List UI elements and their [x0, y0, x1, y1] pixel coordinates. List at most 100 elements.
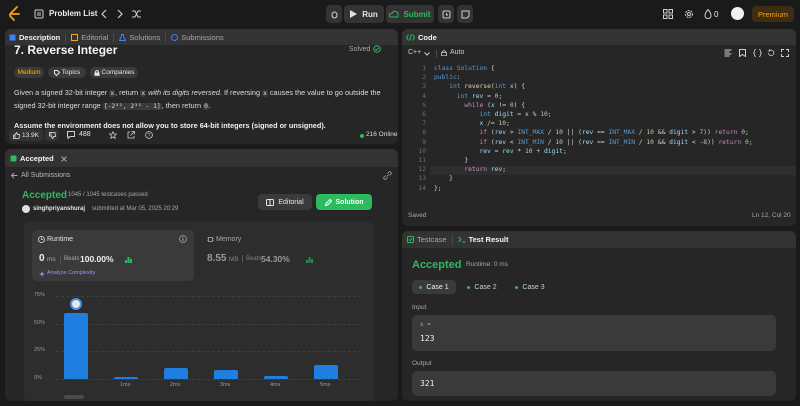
back-arrow-icon[interactable] — [10, 172, 18, 179]
tab-submissions[interactable]: Submissions — [166, 29, 229, 45]
share-icon[interactable] — [127, 131, 135, 139]
tab-test-result[interactable]: Test Result — [453, 231, 514, 248]
y-tick-label: 50% — [34, 319, 46, 326]
code-line[interactable]: 7 x /= 10; — [402, 120, 796, 129]
chart-bar[interactable] — [114, 376, 138, 379]
auto-save-toggle[interactable]: Auto — [441, 49, 464, 56]
close-icon[interactable] — [60, 155, 67, 162]
code-line[interactable]: 9 if (rev < INT_MIN / 10 || (rev == INT_… — [402, 139, 796, 148]
memory-card[interactable]: Memory 8.55 MB Beats 54.30% — [200, 230, 368, 281]
code-text: } — [434, 157, 469, 164]
submitter-username[interactable]: singhpriyanshuraj — [33, 206, 85, 212]
case-3-tab[interactable]: Case 3 — [508, 280, 552, 294]
streak-fire-icon[interactable] — [704, 8, 712, 20]
problem-list-link[interactable]: Problem List — [49, 9, 97, 18]
chip-icon — [207, 236, 214, 243]
tab-testcase[interactable]: Testcase — [402, 231, 452, 248]
tab-solutions[interactable]: Solutions — [114, 29, 165, 45]
code-line[interactable]: 2 public: — [402, 74, 796, 83]
chart-scrollbar[interactable] — [64, 395, 84, 399]
settings-gear-icon[interactable] — [684, 9, 694, 19]
chart-bar[interactable] — [214, 370, 238, 379]
format-icon[interactable] — [724, 49, 732, 57]
code-line[interactable]: 14}; — [402, 185, 796, 194]
cursor-position: Ln 12, Col 20 — [752, 212, 791, 219]
code-text: }; — [434, 184, 442, 192]
help-icon[interactable]: ? — [145, 131, 153, 139]
topics-chip[interactable]: Topics — [48, 67, 86, 78]
statement-text: signed 32-bit integer range — [14, 101, 101, 110]
grid-line — [56, 351, 361, 353]
cloud-upload-icon — [389, 10, 400, 18]
debug-button[interactable] — [326, 5, 342, 23]
code-line[interactable]: 8 if (rev > INT_MAX / 10 || (rev == INT_… — [402, 129, 796, 138]
leaderboard-icon — [125, 256, 132, 263]
comment-icon[interactable] — [67, 131, 75, 140]
layout-grid-icon[interactable] — [663, 9, 673, 19]
avatar[interactable] — [731, 7, 744, 20]
thumbs-down-icon — [48, 131, 56, 139]
case-pass-dot-icon — [467, 285, 471, 289]
next-problem-icon[interactable] — [116, 9, 124, 19]
x-tick-label: 3ms — [220, 382, 231, 388]
code-text: int digit = x % 10; — [479, 111, 552, 118]
chart-bar[interactable] — [264, 375, 288, 379]
like-button[interactable]: 13.9K — [9, 129, 43, 141]
lock-icon — [441, 49, 447, 56]
memory-value: 8.55 — [207, 253, 227, 264]
info-icon[interactable] — [179, 235, 187, 243]
prev-problem-icon[interactable] — [100, 9, 108, 19]
tab-code[interactable]: Code — [402, 29, 442, 45]
reset-icon[interactable] — [767, 49, 775, 57]
timer-button[interactable] — [438, 5, 454, 23]
link-icon[interactable] — [383, 171, 392, 180]
code-line[interactable]: 5 while (x != 0) { — [402, 102, 796, 111]
line-number: 3 — [422, 83, 426, 91]
code-line[interactable]: 4 int rev = 0; — [402, 93, 796, 102]
premium-button[interactable]: Premium — [752, 6, 794, 22]
dislike-button[interactable] — [45, 129, 59, 141]
submit-button[interactable]: Submit — [386, 5, 434, 23]
tab-description-label: Description — [19, 32, 61, 42]
code-line[interactable]: 3 int reverse(int x) { — [402, 83, 796, 92]
solution-button[interactable]: Solution — [316, 194, 372, 210]
tab-accepted[interactable]: Accepted — [5, 149, 72, 167]
inline-code: x — [262, 90, 268, 97]
runtime-card[interactable]: Runtime 0 ms Beats 100.00% Analyze Compl… — [32, 230, 194, 281]
notes-button[interactable] — [457, 5, 473, 23]
editorial-button[interactable]: Editorial — [258, 194, 312, 210]
braces-icon[interactable] — [752, 49, 763, 57]
problem-list-icon[interactable] — [34, 9, 44, 19]
chart-bar[interactable] — [314, 364, 338, 379]
case-2-tab[interactable]: Case 2 — [460, 280, 504, 294]
analyze-complexity-link[interactable]: Analyze Complexity — [47, 270, 95, 276]
code-line[interactable]: 11 } — [402, 157, 796, 166]
code-line[interactable]: 13 } — [402, 175, 796, 184]
leetcode-logo[interactable] — [8, 6, 22, 22]
star-icon[interactable] — [108, 130, 118, 140]
code-editor[interactable]: 1 class Solution {2 public: 3 int reverse(i… — [402, 65, 796, 205]
run-button[interactable]: Run — [344, 5, 384, 23]
code-line[interactable]: 6 int digit = x % 10; — [402, 111, 796, 120]
shuffle-icon[interactable] — [131, 9, 142, 19]
language-select[interactable]: C++ — [408, 49, 431, 56]
input-value: 123 — [420, 334, 435, 343]
code-tabbar: Code — [402, 29, 796, 45]
code-line[interactable]: 10 rev = rev * 10 + digit; — [402, 148, 796, 157]
runtime-value: 0 — [39, 253, 45, 264]
bookmark-icon[interactable] — [739, 49, 746, 58]
tab-editorial-label: Editorial — [81, 32, 109, 42]
difficulty-badge[interactable]: Medium — [14, 67, 44, 78]
code-line[interactable]: 1 class Solution { — [402, 65, 796, 74]
fullscreen-icon[interactable] — [781, 49, 789, 57]
chart-bar[interactable] — [64, 312, 88, 379]
memory-beats-label: Beats — [246, 256, 262, 262]
separator — [60, 255, 61, 263]
run-label: Run — [362, 9, 378, 19]
all-submissions-link[interactable]: All Submissions — [21, 172, 70, 179]
statement-italic: with its digits reversed — [148, 88, 220, 97]
case-1-tab[interactable]: Case 1 — [412, 280, 456, 294]
code-text: class Solution { — [434, 65, 495, 72]
chart-bar[interactable] — [164, 367, 188, 379]
companies-chip[interactable]: Companies — [90, 67, 138, 78]
